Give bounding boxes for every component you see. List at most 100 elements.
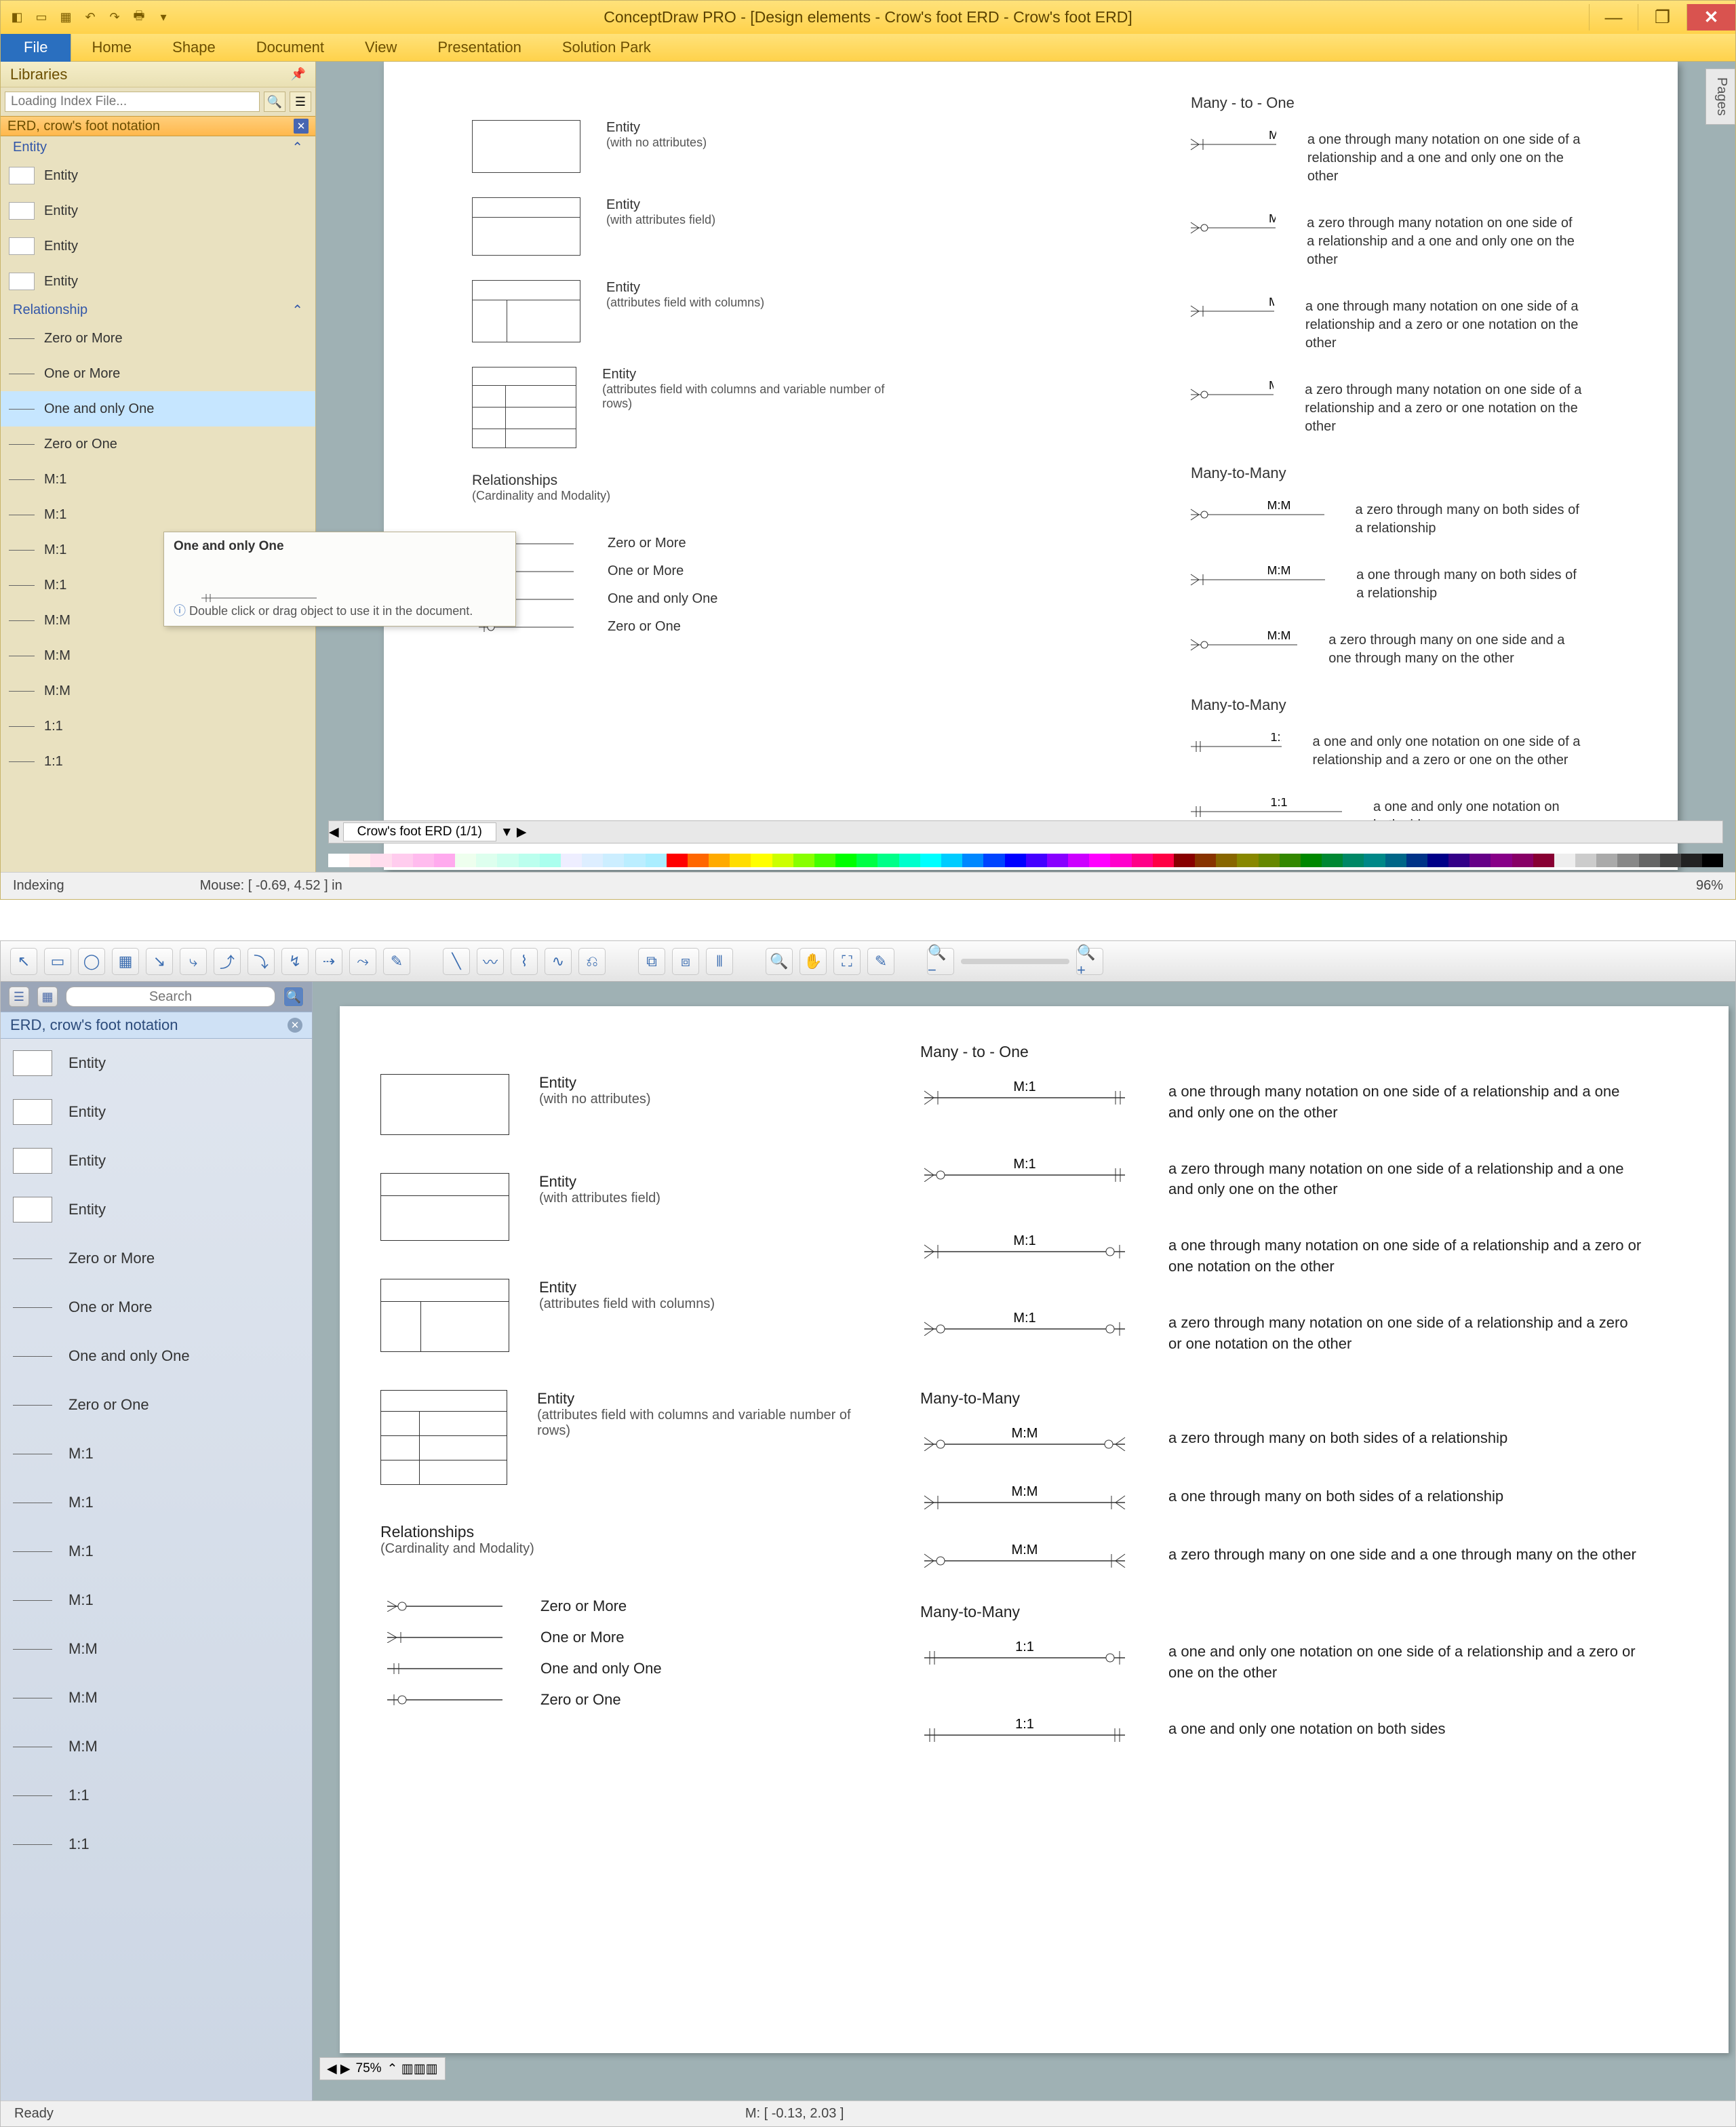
polyline-icon[interactable]: ⌇ <box>511 948 538 975</box>
qat-icon[interactable]: ↶ <box>81 8 100 27</box>
stencil-item[interactable]: M:M <box>1 1625 312 1673</box>
svg-text:1:1: 1:1 <box>1015 1719 1034 1732</box>
group-icon[interactable]: ⧉ <box>638 948 665 975</box>
align-icon[interactable]: ⫴ <box>706 948 733 975</box>
eyedropper-icon[interactable]: ✎ <box>867 948 894 975</box>
rect-tool-icon[interactable]: ▭ <box>44 948 71 975</box>
stencil-item[interactable]: Zero or One <box>1 426 315 462</box>
maximize-button[interactable]: ❐ <box>1638 4 1686 31</box>
close-button[interactable]: ✕ <box>1686 4 1735 31</box>
qat-icon[interactable]: ◧ <box>7 8 26 27</box>
stencil-item[interactable]: M:M <box>1 1673 312 1722</box>
zoom-control[interactable]: ◀ ▶ 75% ⌃ ▥▥▥ <box>319 2057 446 2080</box>
page-tab[interactable]: Crow's foot ERD (1/1) <box>343 822 496 841</box>
stencil-item[interactable]: Zero or More <box>1 1234 312 1283</box>
ribbon-tab[interactable]: Solution Park <box>542 39 671 56</box>
stencil-item[interactable]: 1:1 <box>1 744 315 779</box>
page-tabs: ◀ Crow's foot ERD (1/1) ▼ ▶ <box>328 820 1723 843</box>
ribbon-tab[interactable]: Home <box>71 39 152 56</box>
pin-icon[interactable]: 📌 <box>291 67 306 81</box>
qat-icon[interactable]: ↷ <box>105 8 124 27</box>
connector-icon[interactable]: ⤴ <box>214 948 241 975</box>
color-palette[interactable] <box>328 849 1723 872</box>
search-icon[interactable]: 🔍 <box>283 987 304 1007</box>
qat-icon[interactable]: ▾ <box>154 8 173 27</box>
file-tab[interactable]: File <box>1 34 71 62</box>
category-entity[interactable]: Entity⌃ <box>1 136 315 158</box>
drawing-canvas[interactable]: Entity(with no attributes) Entity(with a… <box>313 982 1735 2101</box>
stencil-item[interactable]: M:1 <box>1 1429 312 1478</box>
category-relationship[interactable]: Relationship⌃ <box>1 299 315 321</box>
minimize-button[interactable]: — <box>1589 4 1638 31</box>
close-library-icon[interactable]: ✕ <box>288 1018 302 1033</box>
zoom-slider[interactable] <box>961 959 1069 964</box>
stencil-item[interactable]: Entity <box>1 1039 312 1088</box>
connector-icon[interactable]: ⤳ <box>349 948 376 975</box>
stencil-item[interactable]: M:1 <box>1 1576 312 1625</box>
mouse-coords: M: [ -0.13, 2.03 ] <box>745 2106 844 2122</box>
ribbon-tab[interactable]: Presentation <box>417 39 542 56</box>
grid-view-icon[interactable]: ▦ <box>37 987 58 1007</box>
connector-icon[interactable]: ⇢ <box>315 948 342 975</box>
stencil-item[interactable]: 1:1 <box>1 709 315 744</box>
connector-icon[interactable]: ↘ <box>146 948 173 975</box>
library-options-icon[interactable]: ☰ <box>290 92 311 112</box>
search-input[interactable] <box>66 987 275 1007</box>
stencil-item[interactable]: Entity <box>1 193 315 228</box>
stencil-item[interactable]: M:M <box>1 638 315 673</box>
zoom-out-icon[interactable]: 🔍− <box>927 948 954 975</box>
stencil-item[interactable]: M:1 <box>1 1527 312 1576</box>
stencil-item[interactable]: M:1 <box>1 497 315 532</box>
stencil-item[interactable]: Entity <box>1 1088 312 1136</box>
qat-icon[interactable]: ▭ <box>32 8 51 27</box>
qat-icon[interactable]: 🖶 <box>130 8 149 27</box>
status-bar: Ready M: [ -0.13, 2.03 ] <box>1 2101 1735 2126</box>
mouse-coords: Mouse: [ -0.69, 4.52 ] in <box>200 878 342 894</box>
stencil-item[interactable]: One or More <box>1 356 315 391</box>
stencil-item[interactable]: Zero or One <box>1 1380 312 1429</box>
stencil-item[interactable]: Entity <box>1 1185 312 1234</box>
pointer-tool-icon[interactable]: ↖ <box>10 948 37 975</box>
stencil-item[interactable]: M:M <box>1 1722 312 1771</box>
ellipse-tool-icon[interactable]: ◯ <box>78 948 105 975</box>
stencil-item[interactable]: Entity <box>1 158 315 193</box>
stencil-item[interactable]: Entity <box>1 264 315 299</box>
line-tool-icon[interactable]: ╲ <box>443 948 470 975</box>
stencil-item[interactable]: M:1 <box>1 1478 312 1527</box>
search-icon[interactable]: 🔍 <box>264 92 285 112</box>
stencil-item[interactable]: 1:1 <box>1 1771 312 1820</box>
path-icon[interactable]: ⎌ <box>578 948 606 975</box>
table-tool-icon[interactable]: ▦ <box>112 948 139 975</box>
curve-tool-icon[interactable]: 〰 <box>477 948 504 975</box>
ribbon-tab[interactable]: Document <box>236 39 344 56</box>
stencil-item[interactable]: One and only One <box>1 1332 312 1380</box>
library-search-input[interactable] <box>5 92 260 112</box>
pages-tab[interactable]: Pages <box>1705 68 1735 125</box>
ungroup-icon[interactable]: ⧈ <box>672 948 699 975</box>
bezier-icon[interactable]: ∿ <box>545 948 572 975</box>
stencil-item[interactable]: Entity <box>1 1136 312 1185</box>
libraries-pane: Libraries📌 🔍 ☰ ERD, crow's foot notation… <box>1 62 316 872</box>
stencil-item[interactable]: Zero or More <box>1 321 315 356</box>
edit-icon[interactable]: ✎ <box>383 948 410 975</box>
stencil-item-selected[interactable]: One and only One <box>1 391 315 426</box>
zoom-in-icon[interactable]: 🔍 <box>766 948 793 975</box>
pan-icon[interactable]: ⛶ <box>833 948 861 975</box>
connector-icon[interactable]: ↯ <box>281 948 309 975</box>
stencil-item[interactable]: 1:1 <box>1 1820 312 1869</box>
close-library-icon[interactable]: ✕ <box>294 119 309 134</box>
list-view-icon[interactable]: ☰ <box>9 987 29 1007</box>
drawing-canvas[interactable]: Pages Entity(with no attributes) Entity(… <box>316 62 1735 872</box>
ribbon-tab[interactable]: Shape <box>152 39 236 56</box>
connector-icon[interactable]: ⤵ <box>248 948 275 975</box>
stencil-item[interactable]: M:1 <box>1 462 315 497</box>
qat-icon[interactable]: ▦ <box>56 8 75 27</box>
hand-tool-icon[interactable]: ✋ <box>800 948 827 975</box>
ribbon-tab[interactable]: View <box>344 39 417 56</box>
zoom-in-icon[interactable]: 🔍+ <box>1076 948 1103 975</box>
library-title: ERD, crow's foot notation <box>7 119 160 134</box>
stencil-item[interactable]: Entity <box>1 228 315 264</box>
connector-icon[interactable]: ⤷ <box>180 948 207 975</box>
stencil-item[interactable]: One or More <box>1 1283 312 1332</box>
stencil-item[interactable]: M:M <box>1 673 315 709</box>
